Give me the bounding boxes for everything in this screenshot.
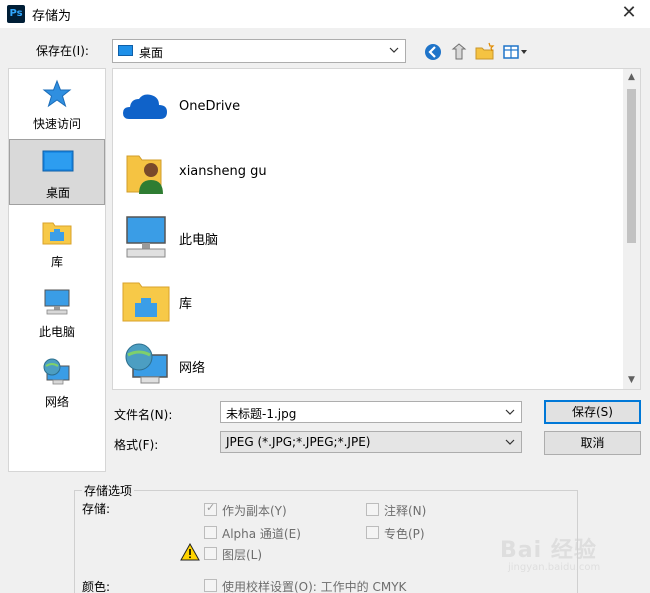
place-label: 桌面 [45,186,70,200]
onedrive-cloud-icon [123,94,167,119]
watermark-url: jingyan.baidu.com [508,562,601,573]
up-folder-icon[interactable] [448,41,470,63]
computer-icon [44,289,70,315]
back-arrow-icon[interactable] [422,41,444,63]
format-label: 格式(F): [114,438,159,452]
chevron-down-icon [505,409,515,415]
place-this-pc[interactable]: 此电脑 [9,279,105,345]
title-bar: Ps 存储为 ✕ [0,0,650,28]
save-options-title: 存储选项 [82,482,135,499]
file-label: OneDrive [179,99,241,114]
view-menu-icon[interactable] [502,41,532,63]
places-sidebar: 快速访问 桌面 库 此电脑 网络 [8,68,106,472]
checkbox-box [204,501,217,516]
file-item-this-pc[interactable]: 此电脑 [121,209,601,265]
dialog-title: 存储为 [32,9,72,24]
file-label: xiansheng gu [179,164,267,179]
desktop-icon [118,45,133,56]
network-icon [125,343,168,384]
file-label: 此电脑 [179,233,219,248]
baidu-jingyan-watermark: Bai 经验 jingyan.baidu.com [500,530,620,580]
scroll-up-icon[interactable]: ▲ [623,69,640,86]
file-item-onedrive[interactable]: OneDrive [121,79,601,135]
checkbox-box [204,526,217,539]
place-desktop[interactable]: 桌面 [9,139,105,205]
filename-value: 未标题-1.jpg [226,407,297,421]
new-folder-icon[interactable] [474,41,496,63]
storage-label: 存储: [82,502,111,516]
photoshop-icon: Ps [7,5,25,23]
close-button[interactable]: ✕ [618,2,640,24]
place-label: 此电脑 [38,325,75,339]
checkbox-label: 注释(N) [384,504,427,518]
file-item-network[interactable]: 网络 [121,337,601,389]
place-label: 快速访问 [32,117,81,131]
library-icon [42,222,72,245]
place-quick-access[interactable]: 快速访问 [9,71,105,137]
star-icon [42,79,72,108]
checkbox-box [204,579,217,592]
filename-input[interactable]: 未标题-1.jpg [220,401,522,423]
network-icon [43,358,70,385]
checkbox-box [204,547,217,560]
place-label: 库 [50,255,63,269]
place-library[interactable]: 库 [9,209,105,275]
warning-icon [180,543,200,561]
checkbox-box [366,503,379,516]
chevron-down-icon [389,47,399,53]
save-button[interactable]: 保存(S) [544,400,641,424]
place-network[interactable]: 网络 [9,349,105,415]
checkbox-label: 作为副本(Y) [222,504,287,518]
file-item-user[interactable]: xiansheng gu [121,144,601,200]
checkbox-label: 使用校样设置(O): 工作中的 CMYK [222,580,407,593]
place-label: 网络 [44,395,69,409]
format-value: JPEG (*.JPG;*.JPEG;*.JPE) [226,435,371,449]
save-in-label: 保存在(I): [36,44,89,58]
format-dropdown[interactable]: JPEG (*.JPG;*.JPEG;*.JPE) [220,431,522,453]
file-list: OneDrive xiansheng gu 此电脑 库 网络 ▲ ▼ [112,68,641,390]
file-item-library[interactable]: 库 [121,273,601,329]
checkbox-label: 图层(L) [222,548,263,562]
file-list-scrollbar[interactable]: ▲ ▼ [623,69,640,389]
chevron-down-icon [505,439,515,445]
scroll-down-icon[interactable]: ▼ [623,372,640,389]
user-folder-icon [126,155,163,194]
checkbox-label: 专色(P) [384,527,425,541]
watermark-text: Bai 经验 [500,538,597,563]
color-label: 颜色: [82,580,111,593]
file-label: 网络 [179,361,206,376]
location-value: 桌面 [139,46,164,60]
scroll-thumb[interactable] [627,89,636,243]
checkbox-label: Alpha 通道(E) [222,527,301,541]
location-dropdown[interactable]: 桌面 [112,39,406,63]
computer-icon [126,216,166,258]
library-icon [122,282,170,322]
desktop-icon [42,150,74,172]
filename-label: 文件名(N): [114,408,173,422]
file-label: 库 [179,297,193,312]
cancel-button[interactable]: 取消 [544,431,641,455]
checkbox-box [366,526,379,539]
